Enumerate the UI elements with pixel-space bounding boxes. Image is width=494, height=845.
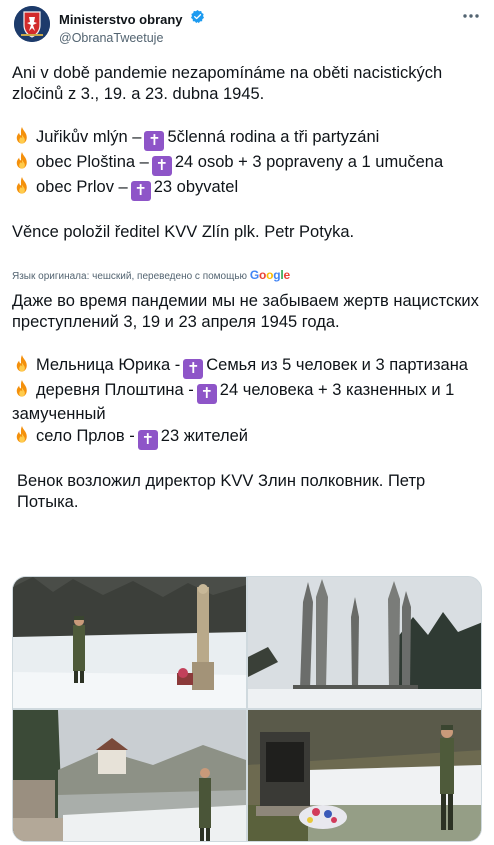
fire-emoji-icon	[16, 176, 27, 194]
author-handle[interactable]: @ObranaTweetuje	[59, 31, 205, 45]
translation-note-text: Язык оригинала: чешский, переведено с по…	[12, 271, 248, 282]
translation-line3-place: село Прлов -	[36, 427, 135, 445]
translation-outro: Венок возложил директор KVV Злин полковн…	[17, 472, 426, 511]
latin-cross-emoji-icon: ✝	[137, 430, 158, 450]
tweet-line-2: obec Ploština – ✝ 24 osob + 3 popraveny a …	[12, 151, 482, 176]
translation-line-2: деревня Плоштина - ✝ 24 человека + 3 казне…	[12, 379, 482, 425]
line2-victims: 24 osob + 3 popraveny a 1 umučena	[174, 153, 444, 171]
fire-emoji-icon	[16, 379, 27, 397]
latin-cross-emoji-icon: ✝	[151, 156, 172, 176]
avatar[interactable]	[14, 6, 50, 42]
fire-emoji-icon	[16, 354, 27, 372]
latin-cross-emoji-icon: ✝	[144, 131, 165, 151]
translation-line3-victims: 23 жителей	[160, 427, 248, 445]
tweet-text-original: Ani v době pandemie nezapomínáme na obět…	[12, 63, 482, 243]
line1-victims: 5členná rodina a tři partyzáni	[167, 128, 380, 146]
tweet-line-1: Juřikův mlýn – ✝ 5členná rodina a tři part…	[12, 126, 482, 151]
google-logo: Google	[249, 268, 291, 282]
tweet-outro: Věnce položil ředitel KVV Zlín plk. Petr…	[12, 223, 355, 241]
fire-emoji-icon	[16, 151, 27, 169]
line3-victims: 23 obyvatel	[153, 178, 239, 196]
photo-grave-memorial-wreaths[interactable]	[248, 710, 481, 841]
translation-line1-place: Мельница Юрика -	[36, 356, 181, 374]
more-options-icon[interactable]	[460, 8, 482, 24]
translation-intro: Даже во время пандемии мы не забываем же…	[12, 292, 479, 331]
ministry-coat-of-arms-icon	[14, 6, 50, 42]
media-grid	[12, 576, 482, 842]
latin-cross-emoji-icon: ✝	[183, 359, 204, 379]
line1-place: Juřikův mlýn –	[36, 128, 142, 146]
line3-place: obec Prlov –	[36, 178, 128, 196]
latin-cross-emoji-icon: ✝	[196, 384, 217, 404]
verified-badge-icon	[190, 9, 205, 29]
photo-soldier-at-memorial-statue[interactable]	[13, 577, 246, 708]
photo-village-memorial-salute[interactable]	[13, 710, 246, 841]
translation-line-1: Мельница Юрика - ✝ Семья из 5 человек и 3 …	[12, 354, 482, 379]
tweet-intro: Ani v době pandemie nezapomínáme na obět…	[12, 64, 443, 103]
tweet-header: Ministerstvo obrany @ObranaTweetuje	[12, 4, 482, 48]
photo-plostina-monument[interactable]	[248, 577, 481, 708]
author-block: Ministerstvo obrany @ObranaTweetuje	[59, 9, 205, 45]
translation-line1-victims: Семья из 5 человек и 3 партизана	[206, 356, 468, 374]
latin-cross-emoji-icon: ✝	[130, 181, 151, 201]
line2-place: obec Ploština –	[36, 153, 149, 171]
fire-emoji-icon	[16, 425, 27, 443]
tweet-line-3: obec Prlov – ✝ 23 obyvatel	[12, 176, 482, 201]
translation-line2-place: деревня Плоштина -	[36, 381, 194, 399]
translation-note[interactable]: Язык оригинала: чешский, переведено с по…	[12, 268, 290, 282]
fire-emoji-icon	[16, 126, 27, 144]
translation-line-3: село Прлов - ✝ 23 жителей	[12, 425, 482, 450]
author-display-name[interactable]: Ministerstvo obrany	[59, 12, 183, 27]
tweet-text-translation: Даже во время пандемии мы не забываем же…	[12, 291, 482, 513]
